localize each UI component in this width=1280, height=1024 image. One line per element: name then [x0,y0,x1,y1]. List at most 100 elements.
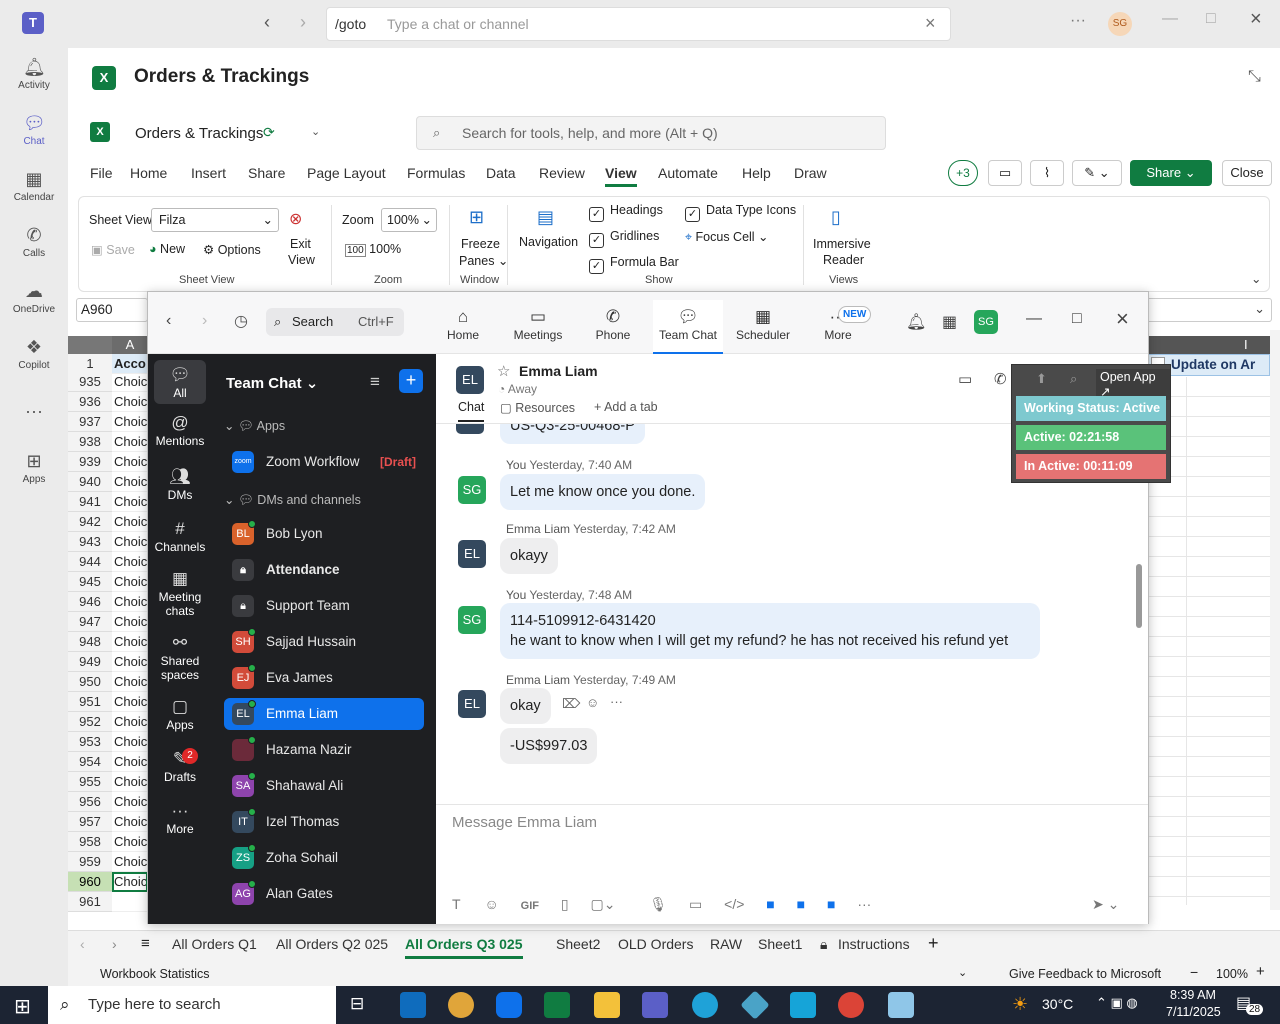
column-header-a[interactable]: A [112,336,148,354]
plus-count-button[interactable]: +3 [948,160,978,186]
temperature[interactable]: 30°C [1042,996,1073,1012]
tools-search-box[interactable]: ⌕ Search for tools, help, and more (Alt … [416,116,886,150]
table-cell[interactable]: Choice [112,812,148,832]
row-header[interactable]: 949 [68,652,112,672]
tab-next-icon[interactable]: › [112,936,117,952]
row-header[interactable]: 948 [68,632,112,652]
screenshot-icon[interactable]: ▢⌄ [590,896,615,912]
freeze-label-1[interactable]: Freeze [461,237,500,251]
table-cell[interactable]: Choice [112,512,148,532]
table-cell[interactable]: Choice [112,712,148,732]
sheet-tab[interactable]: Instructions [838,936,910,952]
emoji-react-icon[interactable]: ☺ [586,695,599,710]
forward-icon[interactable]: › [202,312,207,330]
system-tray-icons[interactable]: ⌃ ▣ ◍ [1096,995,1138,1011]
name-box[interactable]: A960 [76,298,148,322]
maximize-icon[interactable]: □ [1206,10,1216,28]
list-item[interactable]: AG Alan Gates [224,878,424,910]
outlook-icon[interactable] [400,992,426,1018]
edge-icon[interactable] [692,992,718,1018]
list-item[interactable]: EJ Eva James [224,662,424,694]
table-cell[interactable]: Choice [112,412,148,432]
status-zoom[interactable]: 100% [1216,967,1248,981]
menu-help[interactable]: Help [742,165,771,181]
chrome-icon[interactable] [448,992,474,1018]
tab-prev-icon[interactable]: ‹ [80,936,85,952]
row-header[interactable]: 951 [68,692,112,712]
sheet-list-icon[interactable]: ≡ [141,935,150,952]
team-chat-title[interactable]: Team Chat ⌄ [226,374,318,392]
file-explorer-icon[interactable] [594,992,620,1018]
sheet-tab[interactable]: All Orders Q2 025 [276,936,388,952]
menu-file[interactable]: File [90,165,113,181]
left-nav-shared-spaces[interactable]: ⚯ Shared spaces [148,632,212,682]
table-cell[interactable]: Choice [112,772,148,792]
clear-icon[interactable]: × [925,13,936,34]
new-chat-button[interactable]: + [399,369,423,393]
list-item[interactable]: 🔒︎ Support Team [224,590,424,622]
catchup-button[interactable]: ⌇ [1030,160,1064,186]
file-icon[interactable]: ▯ [561,896,569,912]
row-header[interactable]: 955 [68,772,112,792]
table-cell[interactable]: Choice [112,612,148,632]
video-call-icon[interactable]: ▭ [958,370,972,388]
table-cell[interactable]: Choice [112,832,148,852]
rail-chat[interactable]: 💬︎ Chat [0,112,68,147]
zoom-out-icon[interactable]: − [1190,964,1198,980]
gridlines-checkbox[interactable]: ✓ Gridlines [589,229,659,248]
row-header[interactable]: 943 [68,532,112,552]
table-cell[interactable]: Choice [112,492,148,512]
row-header[interactable]: 957 [68,812,112,832]
row-header[interactable]: 953 [68,732,112,752]
sheet-tab[interactable]: Sheet2 [556,936,600,952]
clock-date[interactable]: 7/11/2025 [1166,1005,1221,1019]
zoom-search-box[interactable]: ⌕ Search Ctrl+F [266,308,404,336]
rail-copilot[interactable]: ❖ Copilot [0,336,68,371]
freeze-label-2[interactable]: Panes ⌄ [459,253,508,268]
table-cell[interactable]: Choice [112,472,148,492]
history-icon[interactable]: ◷ [234,311,248,331]
editing-button[interactable]: ✎ ⌄ [1072,160,1122,186]
formula-bar-checkbox[interactable]: ✓ Formula Bar [589,255,679,274]
zoom-tab-home[interactable]: ⌂ Home [428,306,498,342]
table-cell[interactable]: Choice [112,632,148,652]
minimize-icon[interactable]: — [1026,310,1042,328]
row-header[interactable]: 956 [68,792,112,812]
sheet-tab[interactable]: Sheet1 [758,936,802,952]
notes-app-icon[interactable] [888,992,914,1018]
row-header[interactable]: 947 [68,612,112,632]
tab-resources[interactable]: ▢ Resources [500,400,575,415]
dms-section[interactable]: ⌄ 💬︎ DMs and channels [224,492,361,508]
row-header[interactable]: 945 [68,572,112,592]
table-cell[interactable]: Choice [112,392,148,412]
list-item[interactable]: BL Bob Lyon [224,518,424,550]
ribbon-collapse-icon[interactable]: ⌄ [1251,271,1261,286]
phone-call-icon[interactable]: ✆ [994,370,1007,388]
exit-label-2[interactable]: View [288,253,315,267]
zoom-user-avatar[interactable]: SG [974,310,998,334]
menu-formulas[interactable]: Formulas [407,165,465,181]
row-header[interactable]: 938 [68,432,112,452]
left-nav-dms[interactable]: 👥︎ DMs [148,466,212,502]
chat-contact-name[interactable]: Emma Liam [519,363,598,379]
rail-calendar[interactable]: ▦ Calendar [0,168,68,203]
zoom-100-button[interactable]: 100 100% [345,242,401,257]
gif-icon[interactable]: GIF [521,900,539,912]
share-button[interactable]: Share ⌄ [1130,160,1212,186]
code-icon[interactable]: </> [724,896,744,912]
back-arrow-icon[interactable]: ‹ [264,12,270,33]
formula-bar[interactable]: ⌄ [1148,298,1272,322]
notification-bell-icon[interactable]: 🔔︎ [906,312,926,332]
menu-home[interactable]: Home [130,165,167,181]
widget-upload-icon[interactable]: ⬆ [1036,371,1047,387]
zoom-in-icon[interactable]: + [1256,963,1265,980]
row-header[interactable]: 952 [68,712,112,732]
row-header[interactable]: 961 [68,892,112,912]
minimize-icon[interactable]: — [1162,10,1178,28]
immersive-label-2[interactable]: Reader [823,253,864,267]
table-cell[interactable]: Choice [112,552,148,572]
new-view-button[interactable]: ◕ New [149,242,185,256]
status-chevron-icon[interactable]: ⌄ [958,966,967,979]
zoom-app-icon[interactable] [496,992,522,1018]
table-cell[interactable]: Choice [112,732,148,752]
